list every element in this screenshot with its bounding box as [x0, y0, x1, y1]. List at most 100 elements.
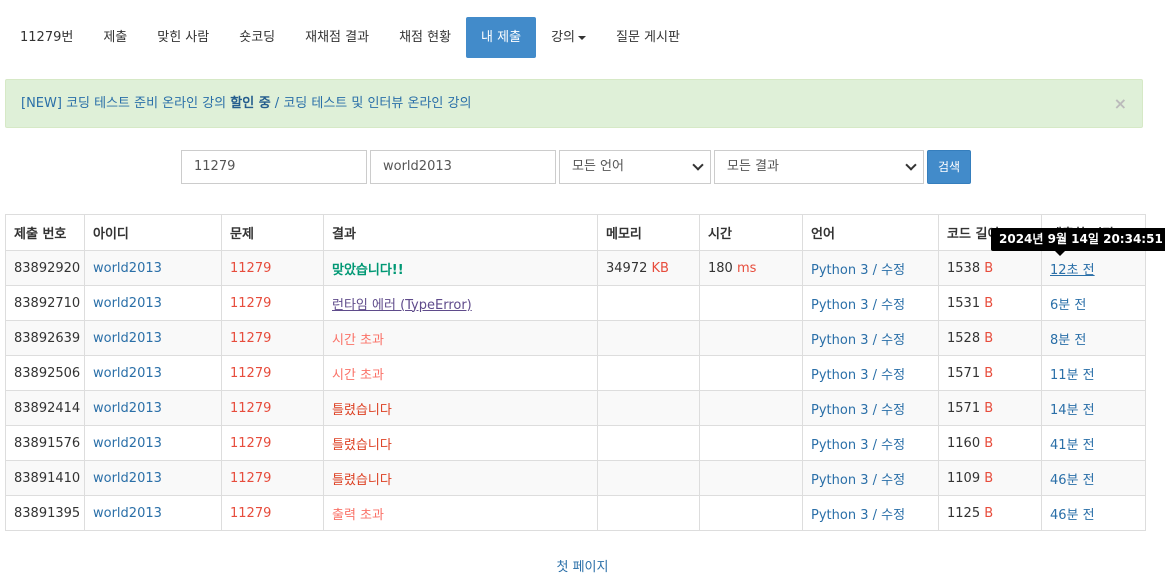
edit-link[interactable]: 수정 — [881, 333, 905, 348]
user-id-input[interactable]: world2013 — [370, 150, 556, 184]
submitted-time-link[interactable]: 14분 전 — [1050, 403, 1095, 418]
edit-link[interactable]: 수정 — [881, 438, 905, 453]
problem-link[interactable]: 11279 — [230, 436, 271, 451]
submitted-time-link[interactable]: 11분 전 — [1050, 368, 1095, 383]
edit-link[interactable]: 수정 — [881, 263, 905, 278]
col-memory: 메모리 — [597, 214, 700, 251]
time-cell: 180 ms — [699, 250, 803, 286]
slash: / — [872, 472, 877, 488]
submitted-time-link[interactable]: 41분 전 — [1050, 438, 1095, 453]
result-text: 시간 초과 — [332, 332, 384, 348]
memory-cell — [597, 320, 700, 356]
col-user-id: 아이디 — [84, 214, 222, 251]
user-link[interactable]: world2013 — [93, 331, 162, 346]
user-link[interactable]: world2013 — [93, 296, 162, 311]
length-value: 1109 — [947, 470, 981, 486]
code-length-cell: 1160 B — [938, 425, 1042, 461]
length-unit: B — [984, 505, 994, 521]
length-unit: B — [984, 260, 994, 276]
submitted-time-link[interactable]: 12초 전 — [1050, 263, 1095, 278]
result-link[interactable]: 런타임 에러 (TypeError) — [332, 298, 472, 313]
edit-link[interactable]: 수정 — [881, 403, 905, 418]
length-unit: B — [984, 400, 994, 416]
col-result: 결과 — [323, 214, 598, 251]
tab-lectures[interactable]: 강의 — [536, 17, 601, 58]
time-cell — [699, 460, 803, 496]
pagination: 첫 페이지 — [0, 556, 1165, 575]
user-link[interactable]: world2013 — [93, 506, 162, 521]
user-link[interactable]: world2013 — [93, 366, 162, 381]
edit-link[interactable]: 수정 — [881, 368, 905, 383]
length-value: 1571 — [947, 400, 981, 416]
tab-problem[interactable]: 11279번 — [5, 17, 88, 58]
result-select[interactable]: 모든 결과 — [714, 150, 924, 184]
promo-link[interactable]: [NEW] 코딩 테스트 준비 온라인 강의 할인 중 / 코딩 테스트 및 인… — [21, 96, 471, 111]
tab-rejudge[interactable]: 재채점 결과 — [290, 17, 384, 58]
user-link[interactable]: world2013 — [93, 471, 162, 486]
submitted-time-link[interactable]: 46분 전 — [1050, 473, 1095, 488]
submission-id: 83892414 — [5, 390, 85, 426]
length-value: 1531 — [947, 295, 981, 311]
language-link[interactable]: Python 3 — [811, 473, 868, 488]
language-link[interactable]: Python 3 — [811, 403, 868, 418]
language-link[interactable]: Python 3 — [811, 508, 868, 523]
submitted-time-link[interactable]: 46분 전 — [1050, 508, 1095, 523]
language-link[interactable]: Python 3 — [811, 333, 868, 348]
tab-short-coding[interactable]: 숏코딩 — [224, 17, 290, 58]
result-text: 틀렸습니다 — [332, 437, 392, 453]
tab-qna-board[interactable]: 질문 게시판 — [601, 17, 695, 58]
length-unit: B — [984, 365, 994, 381]
tab-status[interactable]: 채점 현황 — [384, 17, 466, 58]
language-link[interactable]: Python 3 — [811, 368, 868, 383]
edit-link[interactable]: 수정 — [881, 508, 905, 523]
problem-link[interactable]: 11279 — [230, 261, 271, 276]
submission-id: 83891395 — [5, 495, 85, 531]
user-link[interactable]: world2013 — [93, 401, 162, 416]
chevron-down-icon — [692, 159, 704, 171]
table-row: 83892639 world2013 11279 시간 초과 Python 3 … — [5, 320, 1146, 356]
problem-link[interactable]: 11279 — [230, 331, 271, 346]
length-value: 1528 — [947, 330, 981, 346]
language-link[interactable]: Python 3 — [811, 438, 868, 453]
user-link[interactable]: world2013 — [93, 261, 162, 276]
memory-cell: 34972 KB — [597, 250, 700, 286]
edit-link[interactable]: 수정 — [881, 298, 905, 313]
length-unit: B — [984, 470, 994, 486]
time-cell — [699, 495, 803, 531]
slash: / — [872, 367, 877, 383]
language-link[interactable]: Python 3 — [811, 263, 868, 278]
slash: / — [872, 332, 877, 348]
tab-solvers[interactable]: 맞힌 사람 — [142, 17, 224, 58]
promo-suffix: / 코딩 테스트 및 인터뷰 온라인 강의 — [270, 96, 472, 111]
language-select[interactable]: 모든 언어 — [559, 150, 711, 184]
tab-submit[interactable]: 제출 — [88, 17, 142, 58]
problem-link[interactable]: 11279 — [230, 401, 271, 416]
language-link[interactable]: Python 3 — [811, 298, 868, 313]
memory-cell — [597, 425, 700, 461]
table-row: 83892710 world2013 11279 런타임 에러 (TypeErr… — [5, 285, 1146, 321]
table-row: 83892414 world2013 11279 틀렸습니다 Python 3 … — [5, 390, 1146, 426]
search-button[interactable]: 검색 — [927, 150, 971, 184]
result-text: 시간 초과 — [332, 367, 384, 383]
table-row: 83892506 world2013 11279 시간 초과 Python 3 … — [5, 355, 1146, 391]
problem-link[interactable]: 11279 — [230, 296, 271, 311]
close-icon[interactable]: × — [1114, 80, 1127, 127]
problem-link[interactable]: 11279 — [230, 506, 271, 521]
result-text: 출력 초과 — [332, 507, 384, 523]
code-length-cell: 1571 B — [938, 390, 1042, 426]
submission-id: 83892506 — [5, 355, 85, 391]
submitted-time-link[interactable]: 8분 전 — [1050, 333, 1086, 348]
user-link[interactable]: world2013 — [93, 436, 162, 451]
slash: / — [872, 297, 877, 313]
submitted-time-link[interactable]: 6분 전 — [1050, 298, 1086, 313]
first-page-link[interactable]: 첫 페이지 — [557, 560, 609, 575]
slash: / — [872, 262, 877, 278]
edit-link[interactable]: 수정 — [881, 473, 905, 488]
problem-link[interactable]: 11279 — [230, 366, 271, 381]
tab-my-submissions[interactable]: 내 제출 — [466, 17, 537, 58]
memory-cell — [597, 285, 700, 321]
problem-id-input[interactable]: 11279 — [181, 150, 367, 184]
promo-prefix: [NEW] 코딩 테스트 준비 온라인 강의 — [21, 96, 231, 111]
submission-id: 83891410 — [5, 460, 85, 496]
problem-link[interactable]: 11279 — [230, 471, 271, 486]
